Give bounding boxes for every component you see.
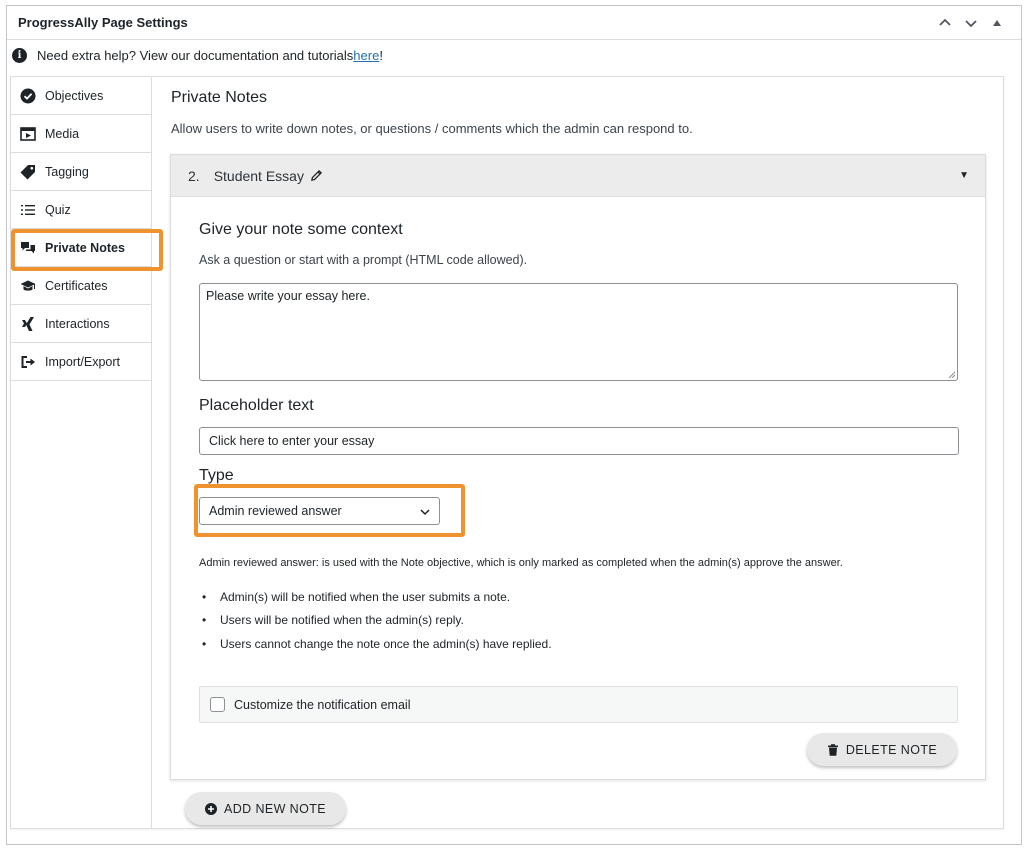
sidebar-item-quiz[interactable]: Quiz [11,191,151,229]
placeholder-input[interactable]: Click here to enter your essay [199,427,959,455]
panel-header: ProgressAlly Page Settings [7,6,1021,40]
pencil-icon[interactable] [310,169,323,182]
context-value: Please write your essay here. [206,289,370,303]
note-number: 2. [188,167,200,184]
chevron-down-icon [420,509,430,516]
sidebar: Objectives Media Tagging Quiz Private No… [11,77,152,828]
check-circle-icon [19,87,37,105]
section-description: Allow users to write down notes, or ques… [171,121,693,136]
comments-icon [19,239,37,257]
help-link[interactable]: here [353,48,379,63]
customize-email-label: Customize the notification email [234,697,411,712]
placeholder-label: Placeholder text [199,397,314,414]
sidebar-item-label: Quiz [45,202,71,217]
sidebar-item-import-export[interactable]: Import/Export [11,343,151,381]
type-description: Admin reviewed answer: is used with the … [199,557,843,569]
xing-icon [19,315,37,333]
sidebar-item-label: Import/Export [45,354,121,369]
note-card: 2. Student Essay ▼ Give your note some c… [170,154,986,780]
sidebar-item-objectives[interactable]: Objectives [11,77,151,115]
list-item: Users will be notified when the admin(s)… [199,609,552,633]
film-icon [19,125,37,143]
list-item: Admin(s) will be notified when the user … [199,585,552,609]
resize-grip-icon[interactable] [947,370,955,378]
list-icon [19,201,37,219]
sidebar-item-label: Objectives [45,88,104,103]
note-name: Student Essay [213,167,304,184]
sidebar-item-label: Tagging [45,164,89,179]
sidebar-item-certificates[interactable]: Certificates [11,267,151,305]
sidebar-item-label: Private Notes [45,240,125,255]
help-text: Need extra help? View our documentation … [37,47,354,63]
triangle-up-icon[interactable] [984,11,1010,35]
settings-box: Objectives Media Tagging Quiz Private No… [10,76,1004,829]
delete-note-button[interactable]: DELETE NOTE [807,733,957,766]
add-new-note-label: ADD NEW NOTE [223,801,327,816]
sidebar-item-tagging[interactable]: Tagging [11,153,151,191]
chevron-down-icon[interactable] [958,11,984,35]
tag-icon [19,163,37,181]
graduation-cap-icon [19,277,37,295]
note-header[interactable]: 2. Student Essay ▼ [171,155,985,197]
sign-out-icon [19,353,37,371]
caret-down-icon[interactable]: ▼ [959,170,969,181]
placeholder-value: Click here to enter your essay [209,434,375,448]
sidebar-item-label: Certificates [45,278,108,293]
sidebar-item-label: Media [45,126,80,141]
help-suffix: ! [379,47,383,63]
sidebar-item-label: Interactions [45,316,110,331]
delete-note-label: DELETE NOTE [845,742,938,757]
customize-email-row[interactable]: Customize the notification email [199,686,958,723]
add-new-note-button[interactable]: ADD NEW NOTE [185,792,346,825]
list-item: Users cannot change the note once the ad… [199,632,552,656]
context-label: Give your note some context [199,221,403,238]
customize-email-checkbox[interactable] [210,697,225,712]
sidebar-item-private-notes[interactable]: Private Notes [11,229,151,267]
trash-icon [827,743,838,756]
sidebar-item-interactions[interactable]: Interactions [11,305,151,343]
sidebar-item-media[interactable]: Media [11,115,151,153]
chevron-up-icon[interactable] [932,11,958,35]
type-value: Admin reviewed answer [209,504,342,518]
help-row: i Need extra help? View our documentatio… [12,45,383,65]
context-help: Ask a question or start with a prompt (H… [199,253,528,267]
info-icon: i [12,47,27,63]
panel-title: ProgressAlly Page Settings [18,15,188,30]
type-bullets: Admin(s) will be notified when the user … [199,585,552,656]
section-title: Private Notes [171,89,268,106]
context-textarea[interactable]: Please write your essay here. [199,283,958,381]
type-label: Type [199,467,234,484]
plus-circle-icon [204,802,217,815]
type-select[interactable]: Admin reviewed answer [199,497,440,525]
